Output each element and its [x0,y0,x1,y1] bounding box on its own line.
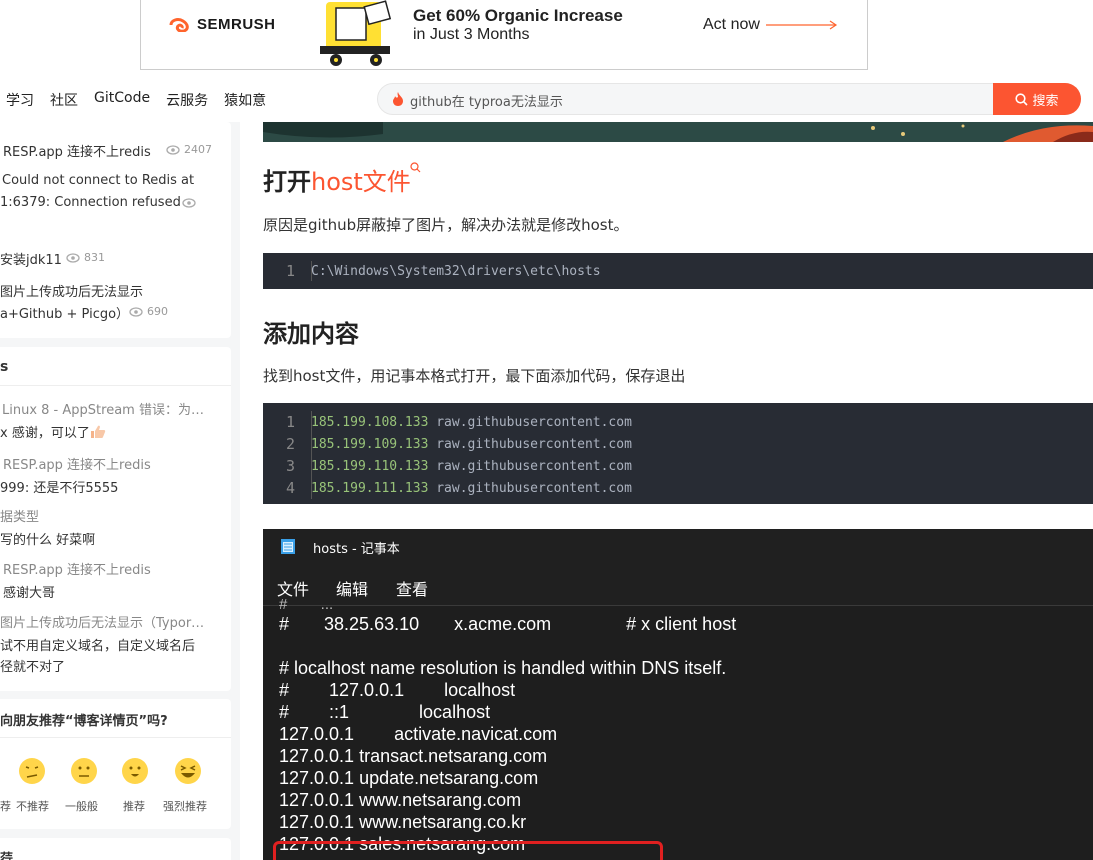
code-line: 4 185.199.111.133 raw.githubusercontent.c… [285,479,632,497]
rating-question: 向朋友推荐“博客详情页”吗? [0,714,168,729]
code-line: 3 185.199.110.133 raw.githubusercontent.c… [285,457,632,475]
view-count: 690 [129,305,168,318]
divider [0,385,231,386]
related-item-title-cont[interactable]: 1:6379: Connection refused [0,195,181,210]
notepad-line: 127.0.0.1 update.netsarang.com [279,768,539,788]
comment-text: 写的什么 好菜啊 [0,533,96,548]
view-count: 831 [66,251,105,264]
related-articles-panel: RESP.app 连接不上redis 2407 Could not connec… [0,122,231,338]
panel-header: s [0,359,9,375]
paragraph: 找到host文件，用记事本格式打开，最下面添加代码，保存退出 [263,367,686,385]
comment-text-cont: 径就不对了 [0,660,66,675]
ad-headline: Get 60% Organic Increase [413,6,623,25]
eye-icon [66,252,80,263]
code-line: 2 185.199.109.133 raw.githubusercontent.c… [285,435,632,453]
related-item-title[interactable]: RESP.app 连接不上redis [3,141,151,160]
rating-label: 荐 [0,800,11,813]
truck-illustration-icon [320,0,392,66]
menu-view: 查看 [396,580,429,599]
nav-link-community[interactable]: 社区 [50,90,78,110]
ad-banner[interactable]: SEMRUSH Get 60% Organic Increase in Just… [140,0,868,70]
view-count: 2407 [166,143,212,156]
notepad-title: hosts - 记事本 [313,542,400,557]
rating-label: 推荐 [123,800,145,813]
bottom-panel: 荇 [0,838,231,860]
comment-text: x 感谢，可以了 [0,422,106,441]
notepad-line: # ::1 localhost [279,702,491,722]
emoji-strongly-recommend-icon[interactable] [173,756,203,786]
search-icon [1015,92,1029,106]
nav-link-learn[interactable]: 学习 [6,90,34,110]
notepad-line: # 38.25.63.10 x.acme.com # x client host [279,614,737,634]
notepad-line: # 127.0.0.1 localhost [279,680,516,700]
notepad-line-cut: # ... [279,596,334,613]
ad-subline: in Just 3 Months [413,26,530,43]
notepad-line: 127.0.0.1 transact.netsarang.com [279,746,548,766]
comment-article-title[interactable]: RESP.app 连接不上redis [3,454,151,473]
comment-text: 999: 还是不行5555 [0,481,119,496]
comment-article-title[interactable]: Linux 8 - AppStream 错误：为… [2,399,204,418]
thumbs-up-icon [90,425,106,438]
arrow-right-icon [765,20,838,30]
recommend-rating-panel: 向朋友推荐“博客详情页”吗? 荐 不推荐 一般般 推荐 强烈推荐 [0,699,231,829]
code-block: 1 185.199.108.133 raw.githubusercontent.c… [263,403,1093,504]
latest-comments-panel: s Linux 8 - AppStream 错误：为… x 感谢，可以了 RES… [0,347,231,691]
comment-article-title[interactable]: RESP.app 连接不上redis [3,559,151,578]
related-item-title-cont[interactable]: a+Github + Picgo） [0,303,129,322]
comment-article-title[interactable]: 图片上传成功后无法显示（Typor… [0,612,204,631]
eye-icon [129,306,143,317]
menu-edit: 编辑 [336,580,369,599]
eye-icon [182,198,196,208]
semrush-logo: SEMRUSH [169,16,276,33]
ad-cta-button[interactable]: Act now [703,16,838,34]
fire-icon [393,92,403,106]
emoji-not-recommend-icon[interactable] [17,756,47,786]
image-strip-illustration [263,122,1093,142]
search-query-text: github在 typroa无法显示 [410,95,563,110]
search-button[interactable]: 搜索 [993,83,1081,115]
search-input[interactable]: github在 typroa无法显示 [377,83,1081,115]
divider [0,737,231,738]
nav-link-yuanruyi[interactable]: 猿如意 [224,90,266,110]
rating-label: 一般般 [65,800,98,813]
code-line: 1 C:\Windows\System32\drivers\etc\hosts [285,262,601,280]
comment-text: 试不用自定义域名，自定义域名后 [0,639,196,654]
highlight-box [273,841,663,860]
keyword-link[interactable]: host文件 [311,168,411,196]
notepad-line: # localhost name resolution is handled w… [279,658,727,678]
heading-open-host: 打开host文件 [263,162,421,197]
nav-link-cloud[interactable]: 云服务 [166,90,208,110]
notepad-icon [281,539,295,554]
related-item-title[interactable]: Could not connect to Redis at [2,173,194,188]
rating-label: 强烈推荐 [163,800,207,813]
code-block: 1 C:\Windows\System32\drivers\etc\hosts [263,253,1093,289]
notepad-text-area: # ... # 38.25.63.10 x.acme.com # x clien… [263,596,1093,860]
related-item-title[interactable]: 安装jdk11 [0,249,62,268]
notepad-screenshot: hosts - 记事本 文件 编辑 查看 # ... # 38.25.63.10… [263,529,1093,860]
code-line: 1 185.199.108.133 raw.githubusercontent.c… [285,413,632,431]
semrush-flame-icon [169,17,189,32]
related-item-title[interactable]: 图片上传成功后无法显示 [0,281,143,300]
comment-text: 感谢大哥 [3,586,56,601]
notepad-line: 127.0.0.1 www.netsarang.co.kr [279,812,527,832]
article-image-strip [263,122,1093,142]
panel-header: 荇 [0,852,14,860]
paragraph: 原因是github屏蔽掉了图片，解决办法就是修改host。 [263,216,629,234]
notepad-title-bar: hosts - 记事本 [263,529,1093,565]
rating-label: 不推荐 [16,800,49,813]
heading-add-content: 添加内容 [263,320,359,348]
notepad-menu-bar: 文件 编辑 查看 [263,565,1093,605]
emoji-recommend-icon[interactable] [120,756,150,786]
nav-link-gitcode[interactable]: GitCode [94,90,150,110]
notepad-line: 127.0.0.1 www.netsarang.com [279,790,522,810]
emoji-neutral-icon[interactable] [69,756,99,786]
search-icon[interactable] [410,162,421,173]
eye-icon [166,144,180,155]
comment-article-title[interactable]: 据类型 [0,506,39,525]
notepad-line: 127.0.0.1 activate.navicat.com [279,724,558,744]
